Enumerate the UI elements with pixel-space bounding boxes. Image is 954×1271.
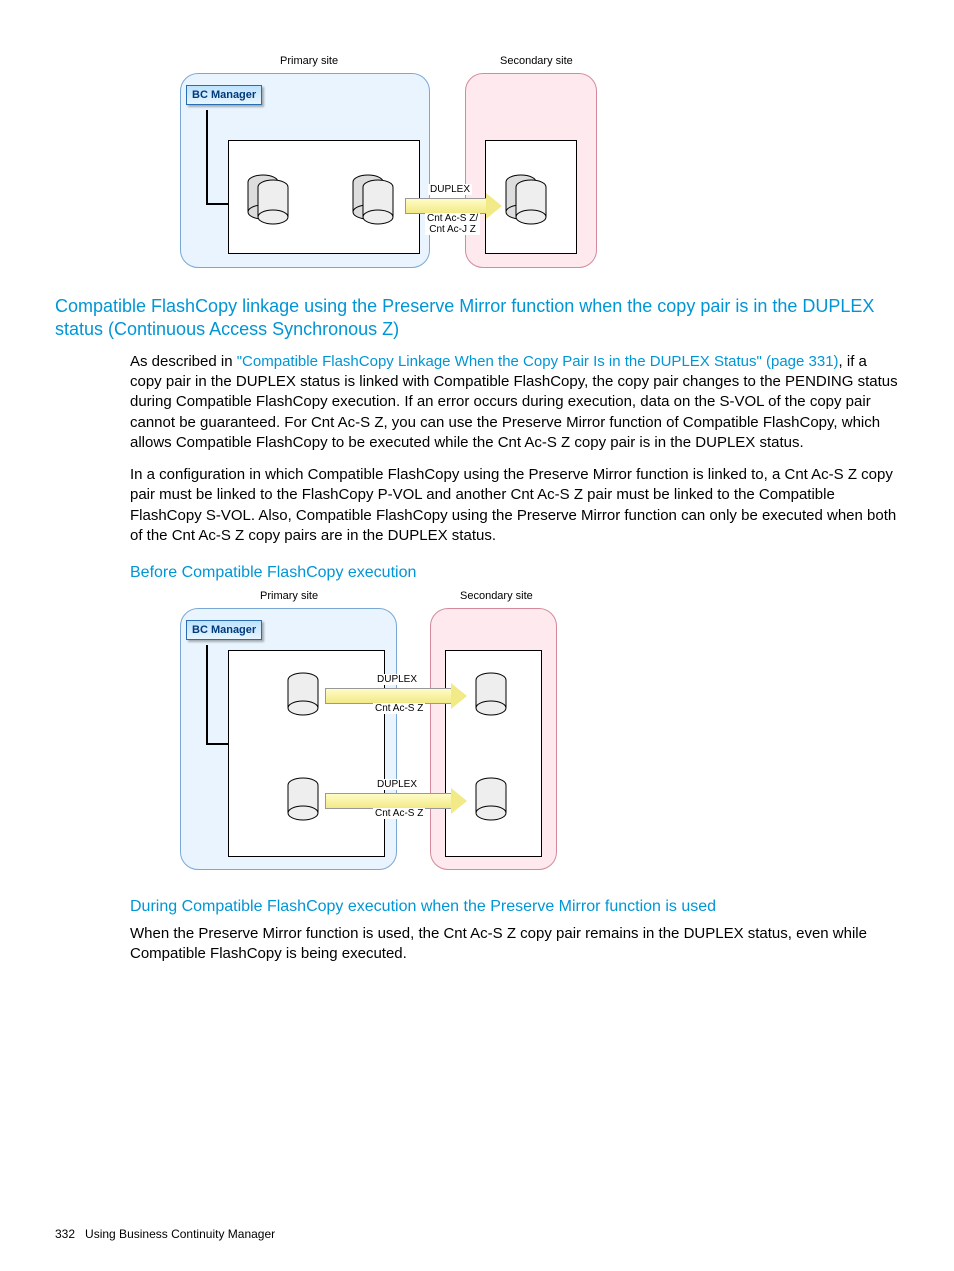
bc-connector-h (206, 203, 228, 205)
arrow-label-type: Cnt Ac-S Z (373, 703, 425, 714)
bc-connector-v (206, 110, 208, 205)
volume-icon (473, 775, 509, 825)
secondary-site-label: Secondary site (460, 590, 533, 602)
primary-site-label: Primary site (280, 55, 338, 67)
page-footer: 332 Using Business Continuity Manager (55, 1227, 275, 1241)
volume-icon (473, 670, 509, 720)
primary-site-label: Primary site (260, 590, 318, 602)
body-paragraph: As described in "Compatible FlashCopy Li… (130, 352, 899, 453)
section-heading: Compatible FlashCopy linkage using the P… (55, 295, 899, 342)
bc-connector-v (206, 645, 208, 745)
bc-manager-box: BC Manager (186, 85, 262, 105)
volume-icon (503, 170, 553, 225)
body-paragraph: When the Preserve Mirror function is use… (130, 924, 899, 965)
diagram-before-flashcopy: Primary site Secondary site BC Manager D… (130, 590, 610, 880)
volume-icon (285, 775, 321, 825)
body-paragraph: In a configuration in which Compatible F… (130, 465, 899, 546)
xref-link[interactable]: "Compatible FlashCopy Linkage When the C… (237, 353, 839, 370)
replication-arrow (325, 793, 452, 809)
arrow-label-type: Cnt Ac-S Z (373, 808, 425, 819)
subsection-heading: Before Compatible FlashCopy execution (130, 564, 899, 582)
page-number: 332 (55, 1227, 75, 1241)
footer-chapter: Using Business Continuity Manager (85, 1227, 275, 1241)
replication-arrow (325, 688, 452, 704)
subsection-heading: During Compatible FlashCopy execution wh… (130, 898, 899, 916)
volume-icon (245, 170, 295, 225)
bc-connector-h (206, 743, 228, 745)
bc-manager-box: BC Manager (186, 620, 262, 640)
volume-icon (350, 170, 400, 225)
arrow-label-status: DUPLEX (375, 779, 419, 790)
volume-icon (285, 670, 321, 720)
arrow-label-status: DUPLEX (375, 674, 419, 685)
arrow-label-type: Cnt Ac-S Z/ Cnt Ac-J Z (425, 213, 480, 235)
secondary-site-label: Secondary site (500, 55, 573, 67)
replication-arrow (405, 198, 487, 214)
diagram-duplex-linkage: Primary site Secondary site BC Manager D… (130, 55, 610, 275)
arrow-label-status: DUPLEX (428, 184, 472, 195)
